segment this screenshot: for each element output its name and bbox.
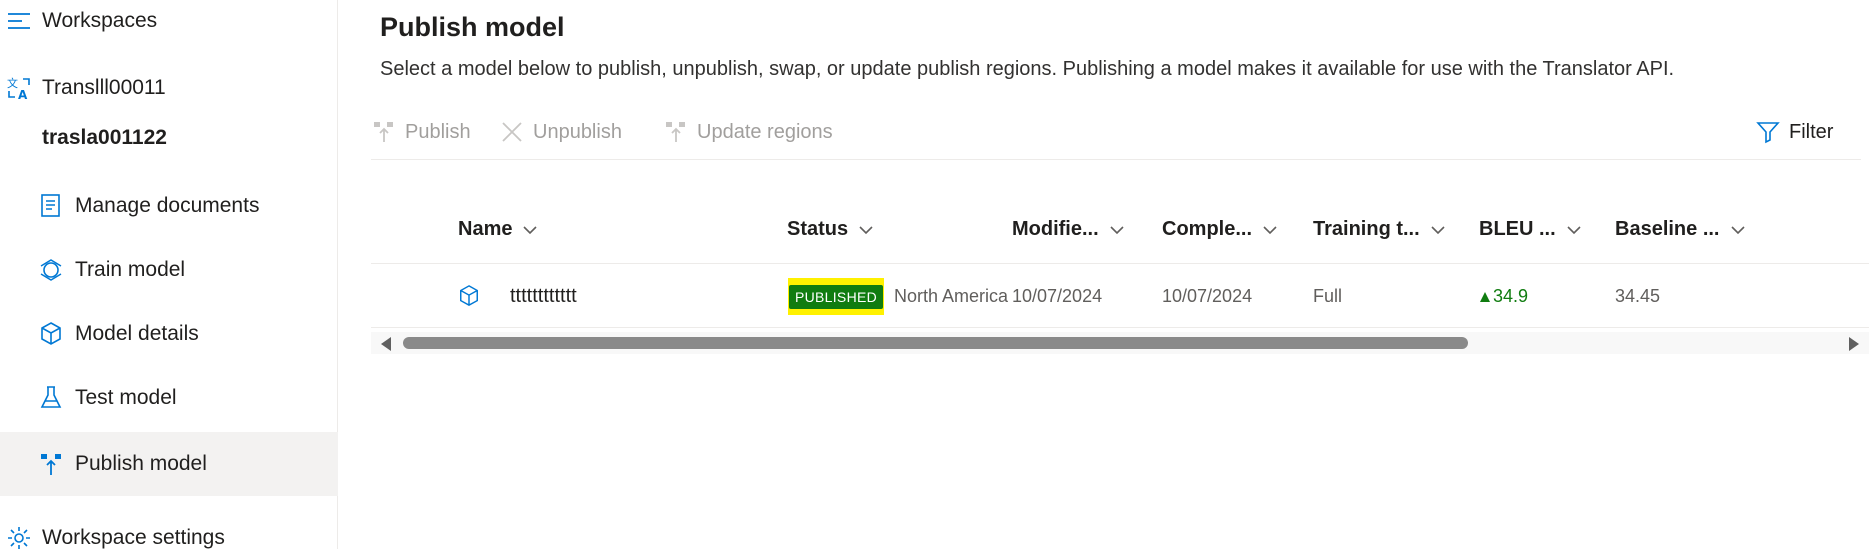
column-header-baseline[interactable]: Baseline ... [1615,218,1746,241]
workspace-name: trasla001122 [42,126,167,149]
baseline-score: 34.45 [1615,286,1661,306]
up-triangle-icon [1480,291,1490,302]
sidebar-item-model-details[interactable]: Model details [0,302,338,366]
sidebar-item-label: Publish model [75,452,207,475]
chevron-down-icon [1109,222,1125,238]
unpublish-button-label: Unpublish [533,120,622,143]
training-type: Full [1313,286,1343,306]
svg-text:文: 文 [7,76,18,90]
filter-button[interactable]: Filter [1755,114,1833,150]
publish-button[interactable]: Publish [371,114,471,150]
bleu-value: 34.9 [1493,286,1529,306]
flask-icon [38,385,64,411]
model-name[interactable]: tttttttttttt [510,285,577,308]
column-header-label: Modifie... [1012,218,1099,240]
table-row[interactable]: tttttttttttt PUBLISHED North America 10/… [371,266,1869,328]
chevron-down-icon [858,222,874,238]
sidebar-item-label: Workspaces [42,9,158,32]
sidebar-item-label: Test model [75,386,177,409]
column-header-completed[interactable]: Comple... [1162,218,1278,241]
completed-date: 10/07/2024 [1162,286,1253,306]
column-header-bleu[interactable]: BLEU ... [1479,218,1582,241]
chevron-down-icon [1566,222,1582,238]
sidebar-item-manage-documents[interactable]: Manage documents [0,174,338,238]
column-header-label: Name [458,218,513,240]
sidebar-item-label: Workspace settings [42,526,225,549]
chevron-down-icon [1430,222,1446,238]
command-bar: Publish Unpublish Update regions Filter [371,108,1861,160]
translate-icon: 文A [6,75,32,101]
sidebar-item-label: Translll00011 [42,76,166,99]
sidebar-item-label: Train model [75,258,186,281]
column-header-name[interactable]: Name [458,218,538,241]
sidebar-item-label: Manage documents [75,194,260,217]
svg-text:A: A [18,88,28,101]
sidebar-item-publish-model[interactable]: Publish model [0,432,338,496]
sidebar-item-project[interactable]: 文A Translll00011 [0,56,338,120]
sidebar-item-label: Model details [75,322,199,345]
update-regions-icon [663,119,689,145]
gear-icon [6,525,32,549]
scrollbar-thumb[interactable] [403,337,1468,349]
column-header-label: BLEU ... [1479,218,1556,240]
chevron-down-icon [522,222,538,238]
chevron-down-icon [1730,222,1746,238]
chevron-down-icon [1262,222,1278,238]
close-icon [499,119,525,145]
sidebar-item-train-model[interactable]: Train model [0,238,338,302]
menu-lines-icon [6,8,32,34]
publish-icon [38,451,64,477]
bleu-score: 34.9 [1479,286,1528,307]
sidebar-item-workspaces[interactable]: Workspaces [0,0,338,53]
horizontal-scrollbar[interactable] [371,332,1869,354]
page-description: Select a model below to publish, unpubli… [380,58,1675,80]
sidebar: Workspaces 文A Translll00011 trasla001122… [0,0,338,549]
cube-icon [38,321,64,347]
update-regions-button-label: Update regions [697,120,833,143]
region-text: North America [894,286,1009,306]
train-icon [38,257,64,283]
column-header-label: Comple... [1162,218,1253,240]
filter-icon [1755,119,1781,145]
page-title: Publish model [380,12,565,42]
model-cube-icon [458,284,480,313]
status-badge: PUBLISHED [788,284,884,309]
column-header-training-type[interactable]: Training t... [1313,218,1446,241]
column-header-modified[interactable]: Modifie... [1012,218,1125,241]
filter-button-label: Filter [1789,120,1834,143]
column-header-status[interactable]: Status [787,218,874,241]
publish-icon [371,119,397,145]
column-header-label: Training t... [1313,218,1420,240]
modified-date: 10/07/2024 [1012,286,1103,306]
sidebar-item-test-model[interactable]: Test model [0,366,338,430]
column-header-label: Baseline ... [1615,218,1720,240]
main-content: Publish model Select a model below to pu… [339,0,1869,549]
table-header: Name Status Modifie... Comple... Trainin… [371,200,1869,264]
update-regions-button[interactable]: Update regions [663,114,833,150]
scroll-right-icon[interactable] [1849,337,1859,351]
document-icon [38,193,64,219]
scroll-left-icon[interactable] [381,337,391,351]
column-header-label: Status [787,218,849,240]
status-badge-highlight: PUBLISHED [788,278,884,315]
publish-button-label: Publish [405,120,471,143]
unpublish-button[interactable]: Unpublish [499,114,622,150]
sidebar-item-workspace-settings[interactable]: Workspace settings [0,506,338,549]
